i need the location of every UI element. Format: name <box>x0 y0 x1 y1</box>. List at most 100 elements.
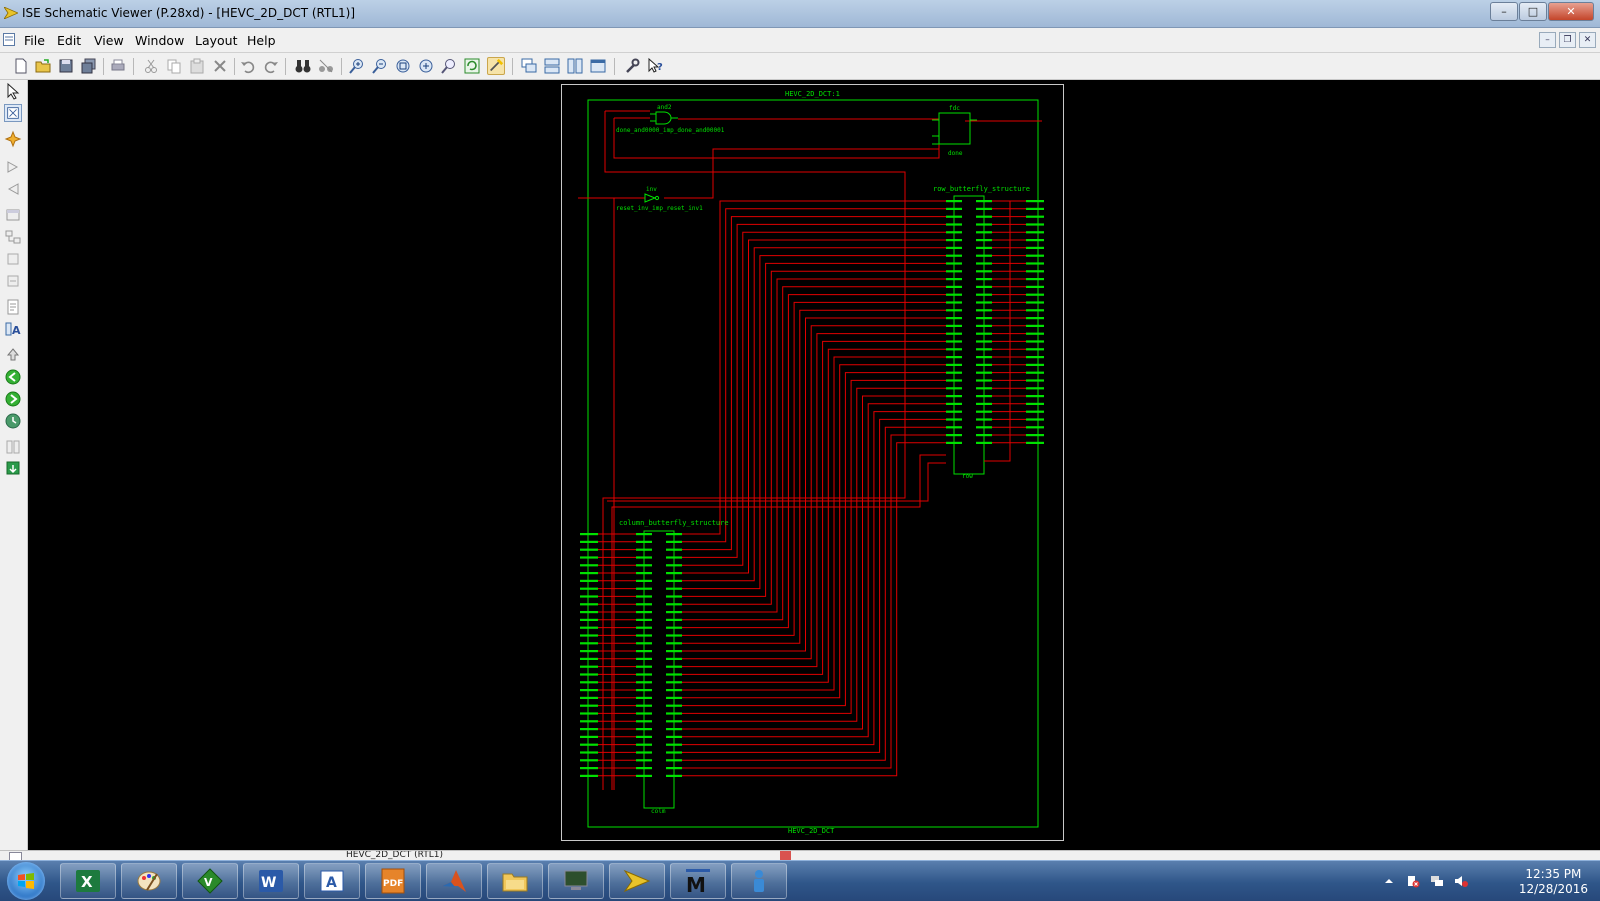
row-input-pin <box>946 363 962 366</box>
input-port <box>580 603 598 606</box>
windows-taskbar: X V W A PDF M 12:35 PM 12/28/2016 <box>0 860 1600 901</box>
document-tab[interactable]: HEVC_2D_DCT (RTL1) <box>346 851 443 860</box>
close-tab-icon[interactable] <box>780 851 791 860</box>
input-port <box>580 572 598 575</box>
row-input-pin <box>946 418 962 421</box>
row-output-pin <box>976 348 992 351</box>
row-output-pin <box>976 309 992 312</box>
row-input-pin <box>946 215 962 218</box>
show-hidden-icons-icon[interactable] <box>1382 874 1396 888</box>
folder-icon <box>502 873 528 892</box>
col-to-row-net <box>682 262 946 597</box>
taskbar-xilinx-ise[interactable] <box>609 863 665 899</box>
taskbar-excel[interactable]: X <box>60 863 116 899</box>
row-input-pin <box>946 270 962 273</box>
col-input-pin <box>636 595 652 598</box>
network-icon[interactable] <box>1430 874 1444 888</box>
fdc-type: fdc <box>949 105 960 112</box>
col-to-row-net <box>682 340 946 675</box>
output-port <box>1026 356 1044 359</box>
col-output-pin <box>666 603 682 606</box>
input-port <box>580 634 598 637</box>
col-input-pin <box>636 767 652 770</box>
taskbar-paint[interactable] <box>121 863 177 899</box>
col-output-pin <box>666 556 682 559</box>
row-block-title: row_butterfly_structure <box>933 185 1030 193</box>
col-output-pin <box>666 657 682 660</box>
taskbar-word[interactable]: W <box>243 863 299 899</box>
col-output-pin <box>666 743 682 746</box>
col-to-row-net <box>682 247 946 582</box>
row-output-pin <box>976 285 992 288</box>
row-output-pin <box>976 363 992 366</box>
taskbar-pdf[interactable]: PDF <box>365 863 421 899</box>
svg-text:M: M <box>686 873 706 894</box>
output-port <box>1026 262 1044 265</box>
row-output-pin <box>976 340 992 343</box>
input-port <box>580 611 598 614</box>
col-input-pin <box>636 728 652 731</box>
col-output-pin <box>666 540 682 543</box>
inverter-symbol <box>644 193 657 203</box>
input-port <box>580 681 598 684</box>
matlab-icon <box>442 870 466 892</box>
row-input-pin <box>946 340 962 343</box>
col-output-pin <box>666 774 682 777</box>
output-port <box>1026 270 1044 273</box>
col-to-row-net <box>682 208 946 543</box>
col-to-row-net <box>682 333 946 668</box>
row-input-pin <box>946 348 962 351</box>
col-to-row-net <box>682 325 946 660</box>
modelsim-icon: M <box>686 869 710 894</box>
row-input-pin <box>946 246 962 249</box>
row-input-pin <box>946 441 962 444</box>
col-input-pin <box>636 618 652 621</box>
output-port <box>1026 410 1044 413</box>
col-output-pin <box>666 751 682 754</box>
row-output-pin <box>976 387 992 390</box>
col-to-row-net <box>682 387 946 722</box>
start-button[interactable] <box>7 862 45 900</box>
schematic-drawing[interactable] <box>0 0 1600 900</box>
taskbar-access[interactable]: A <box>304 863 360 899</box>
row-output-pin <box>976 207 992 210</box>
input-port <box>580 735 598 738</box>
output-port <box>1026 223 1044 226</box>
col-output-pin <box>666 650 682 653</box>
row-input-pin <box>946 402 962 405</box>
volume-muted-icon[interactable] <box>1454 874 1468 888</box>
row-input-pin <box>946 309 962 312</box>
row-output-pin <box>976 332 992 335</box>
taskbar-device[interactable] <box>548 863 604 899</box>
output-port <box>1026 371 1044 374</box>
col-output-pin <box>666 626 682 629</box>
col-to-row-net <box>682 301 946 636</box>
taskbar-vim[interactable]: V <box>182 863 238 899</box>
clock[interactable]: 12:35 PM 12/28/2016 <box>1519 867 1588 897</box>
taskbar-explorer[interactable] <box>487 863 543 899</box>
row-output-pin <box>976 371 992 374</box>
output-port <box>1026 387 1044 390</box>
input-port <box>580 720 598 723</box>
action-center-icon[interactable] <box>1406 874 1420 888</box>
col-to-row-net <box>682 403 946 738</box>
input-port <box>580 767 598 770</box>
input-port <box>580 540 598 543</box>
windows-logo-icon <box>18 873 34 889</box>
input-port <box>580 728 598 731</box>
row-output-pin <box>976 215 992 218</box>
col-input-pin <box>636 611 652 614</box>
col-block-name: colm <box>651 808 666 815</box>
row-input-pin <box>946 410 962 413</box>
fdc-flipflop-symbol <box>938 112 971 145</box>
and-gate-name: done_and0000_imp_done_and00001 <box>616 127 725 134</box>
output-port <box>1026 340 1044 343</box>
col-output-pin <box>666 665 682 668</box>
taskbar-modelsim[interactable]: M <box>670 863 726 899</box>
col-to-row-net <box>682 379 946 714</box>
taskbar-info[interactable] <box>731 863 787 899</box>
input-port <box>580 689 598 692</box>
taskbar-matlab[interactable] <box>426 863 482 899</box>
output-port <box>1026 246 1044 249</box>
row-input-pin <box>946 426 962 429</box>
